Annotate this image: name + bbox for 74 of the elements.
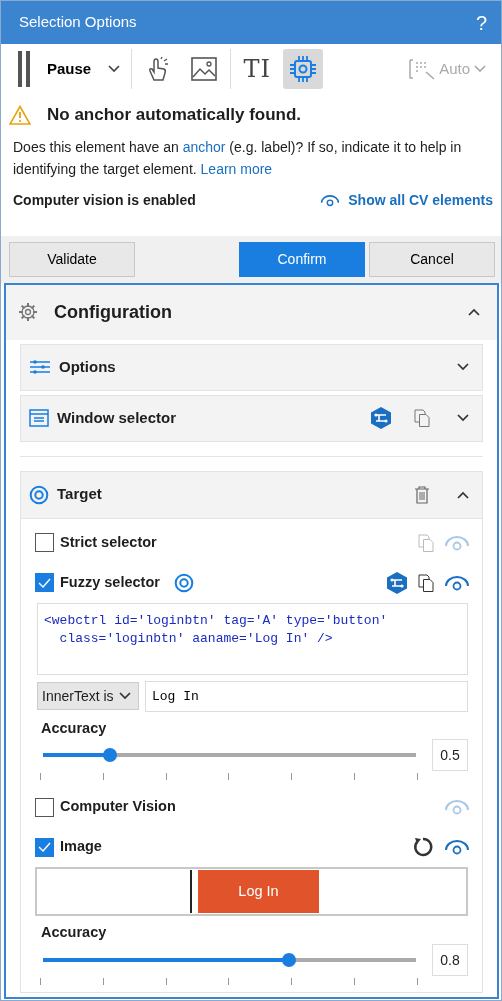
eye-icon[interactable] xyxy=(320,193,341,207)
show-cv-elements-link[interactable]: Show all CV elements xyxy=(320,189,493,211)
pause-button[interactable]: Pause xyxy=(13,51,126,87)
hexagon-icon[interactable] xyxy=(370,406,392,430)
section-header[interactable]: Options xyxy=(20,343,483,391)
tick-mark xyxy=(102,978,104,985)
checkbox[interactable] xyxy=(35,797,54,817)
image-icon xyxy=(191,57,218,81)
checkbox-label: Fuzzy selector xyxy=(60,572,160,592)
eye-icon[interactable] xyxy=(444,574,470,591)
tick-mark xyxy=(291,978,293,985)
configuration-title: Configuration xyxy=(54,300,172,324)
anchor-link[interactable]: anchor xyxy=(182,138,226,155)
chip-icon xyxy=(289,55,318,83)
match-dropdown[interactable]: InnerText is xyxy=(37,682,139,710)
window-icon xyxy=(29,409,49,427)
tool-button[interactable] xyxy=(283,49,324,89)
warning-icon xyxy=(9,104,31,125)
section-header[interactable]: Window selector xyxy=(20,394,483,442)
tap-icon xyxy=(146,56,171,82)
tick-mark xyxy=(40,978,41,985)
warning-title: No anchor automatically found. xyxy=(47,104,302,126)
selector-code[interactable]: <webctrl id='loginbtn' tag='A' type='button' class='loginbtn' aaname='Log In' /> xyxy=(37,602,468,675)
checkbox[interactable] xyxy=(35,533,54,552)
tick-mark xyxy=(354,773,356,781)
action-button[interactable]: Confirm xyxy=(239,242,365,277)
tick-mark xyxy=(165,773,167,781)
match-value-field[interactable]: Log In xyxy=(145,680,468,712)
target-icon xyxy=(173,572,194,593)
settings-icon xyxy=(18,302,38,323)
refresh-icon[interactable] xyxy=(412,836,434,859)
help-button[interactable]: ? xyxy=(475,7,487,38)
tick-mark xyxy=(40,773,41,781)
action-button[interactable]: Validate xyxy=(9,242,135,277)
tick-mark xyxy=(354,978,356,985)
slider-thumb[interactable] xyxy=(103,748,118,763)
window-title: Selection Options xyxy=(19,12,137,33)
chevron-down-icon[interactable] xyxy=(456,362,470,372)
checkbox-label: Strict selector xyxy=(60,532,157,552)
eye-icon[interactable] xyxy=(444,839,470,856)
checkbox-label: Computer Vision xyxy=(60,797,176,817)
action-button[interactable]: Cancel xyxy=(369,242,495,277)
hexagon-icon[interactable] xyxy=(386,570,408,595)
target-icon xyxy=(29,484,49,505)
copy-icon[interactable] xyxy=(418,573,434,592)
checkbox-label: Image xyxy=(60,837,102,857)
pause-icon xyxy=(17,51,31,87)
section-header[interactable]: Target xyxy=(21,471,482,519)
chevron-down-icon[interactable] xyxy=(456,413,470,423)
chevron-down-icon[interactable] xyxy=(117,691,132,701)
checkbox[interactable] xyxy=(35,573,54,592)
scan-icon xyxy=(408,58,437,80)
tick-mark xyxy=(291,773,293,781)
accuracy-value-field[interactable]: 0.5 xyxy=(432,739,468,772)
accuracy-label: Accuracy xyxy=(40,923,108,943)
tick-mark xyxy=(165,978,167,985)
sliders-icon xyxy=(29,359,51,375)
tick-mark xyxy=(228,978,230,985)
tick-mark xyxy=(416,773,418,781)
cv-status-text: Computer vision is enabled xyxy=(13,190,196,210)
learn-more-link[interactable]: Learn more xyxy=(200,160,273,177)
accuracy-label: Accuracy xyxy=(40,718,108,738)
tick-mark xyxy=(102,773,104,781)
checkbox[interactable] xyxy=(35,837,54,857)
collapse-icon[interactable] xyxy=(456,489,470,500)
tool-button[interactable]: TI xyxy=(237,49,278,89)
trash-icon[interactable] xyxy=(414,485,430,504)
chevron-down-icon[interactable] xyxy=(107,64,122,74)
description-text: Does this element have an anchor (e.g. label)? If so, indicate it to help in identifying the target element. Learn more xyxy=(12,137,463,179)
slider-thumb[interactable] xyxy=(282,953,297,967)
collapse-icon[interactable] xyxy=(467,307,481,318)
tick-mark xyxy=(416,978,418,985)
accuracy-value-field[interactable]: 0.8 xyxy=(432,944,468,976)
tick-mark xyxy=(228,773,230,781)
